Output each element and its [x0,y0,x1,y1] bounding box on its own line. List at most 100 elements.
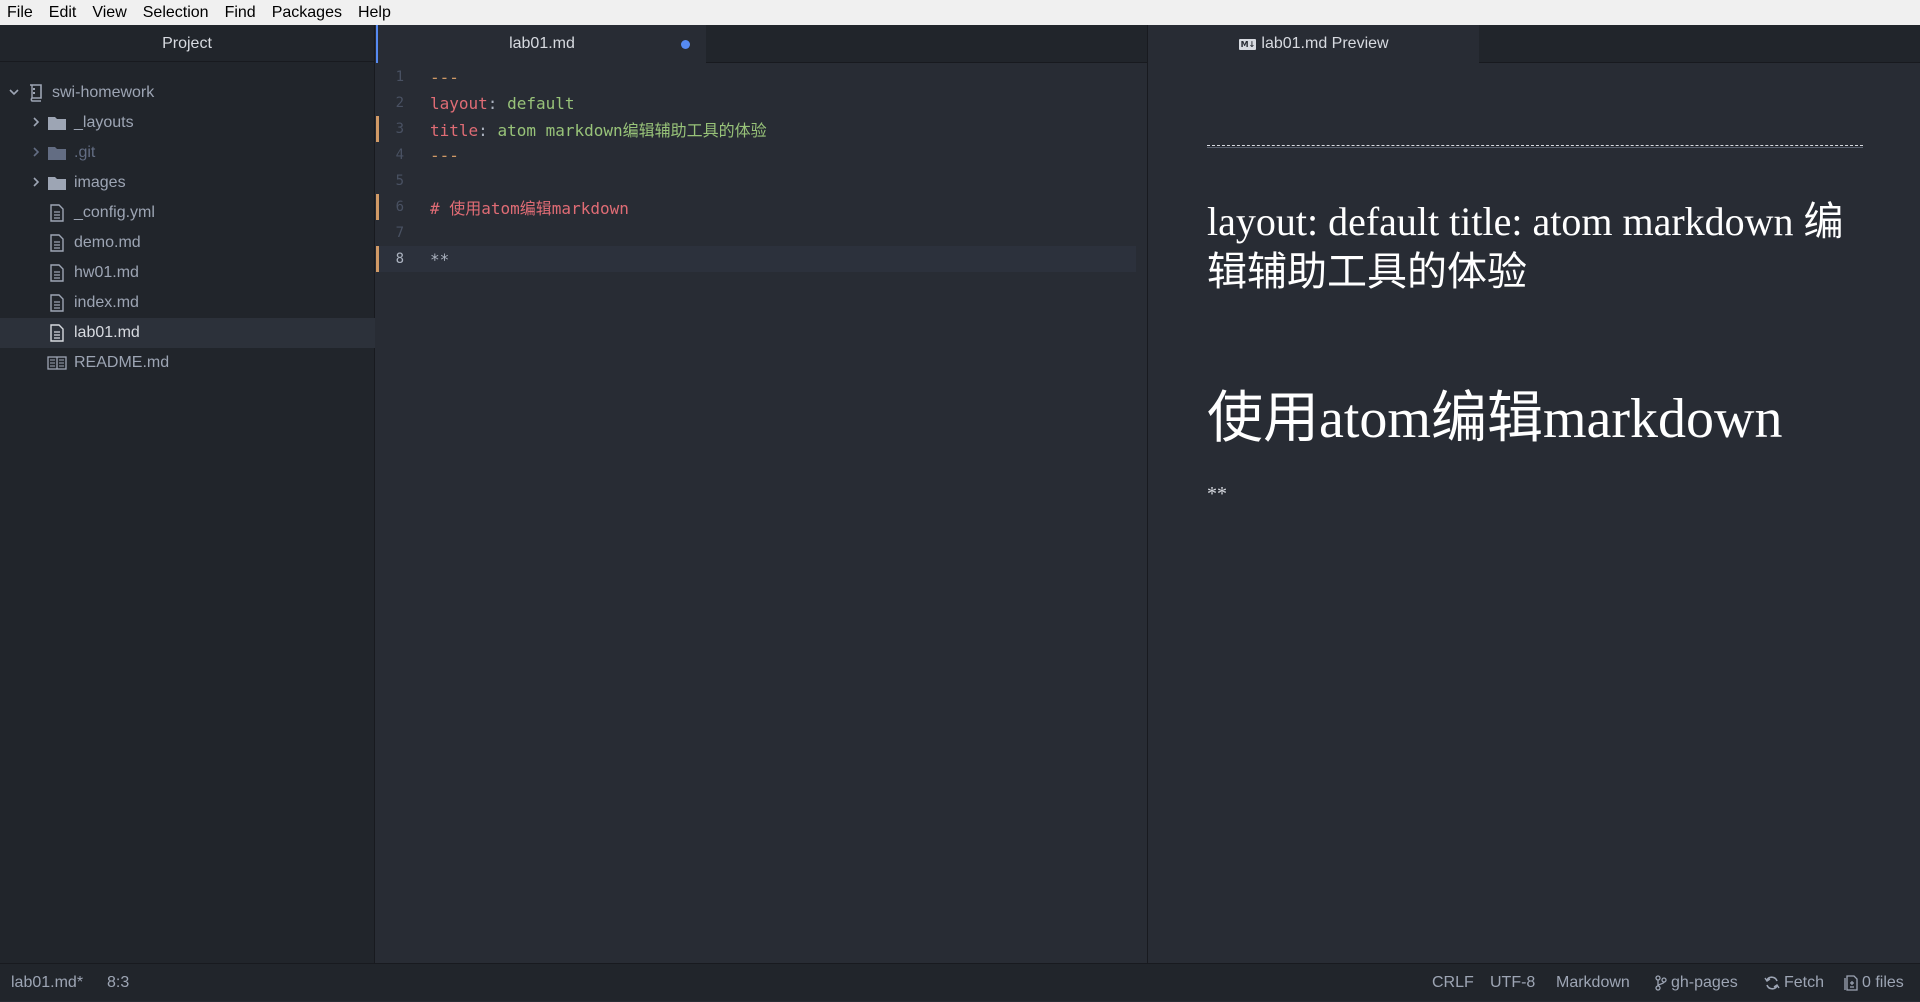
menu-packages[interactable]: Packages [264,0,350,25]
editor-tab-bar: lab01.md [376,25,1147,63]
code-line: 4 --- [376,142,1136,168]
preview-paragraph: ** [1207,483,1227,505]
yaml-value: atom markdown编辑辅助工具的体验 [497,121,767,140]
status-changed-files[interactable]: 0 files [1844,964,1904,1002]
menu-view[interactable]: View [84,0,134,25]
book-icon [46,352,68,374]
tree-item-images[interactable]: images [0,168,375,198]
tree-item-label: .git [74,144,96,161]
line-number: 1 [395,69,404,85]
file-text-icon [46,262,68,284]
git-branch-icon [1655,975,1667,991]
yaml-separator: : [487,93,508,113]
code-text: # 使用atom编辑markdown [430,199,629,218]
yaml-value: default [507,93,575,113]
code-text: --- [430,67,459,87]
file-text-icon [46,232,68,254]
git-modified-marker [376,116,379,142]
fetch-label: Fetch [1784,974,1825,991]
code-line: 5 [376,168,1136,194]
chevron-right-icon [29,176,43,191]
code-text: layout: default [430,94,575,113]
tree-item-label: lab01.md [74,324,140,341]
git-branch-label: gh-pages [1671,974,1738,991]
tree-item-config-yml[interactable]: _config.yml [0,198,375,228]
chevron-right-icon [29,146,43,161]
tree-item-label: demo.md [74,234,141,251]
tree-item-label: index.md [74,294,139,311]
file-text-icon [46,202,68,224]
yaml-key: layout [430,93,488,113]
preview-paragraph: layout: default title: atom markdown 编辑辅… [1207,199,1844,294]
tree-item-label: _config.yml [74,204,155,221]
tab-title: lab01.md Preview [1261,35,1389,52]
code-text: --- [430,145,459,165]
menu-selection[interactable]: Selection [135,0,217,25]
file-text-icon [46,322,68,344]
tab-lab01-md[interactable]: lab01.md [376,25,706,63]
preview-heading: 使用atom编辑markdown [1207,388,1783,450]
status-encoding[interactable]: UTF-8 [1490,964,1535,1002]
menu-bar: File Edit View Selection Find Packages H… [0,0,1920,25]
repo-icon [24,82,46,104]
tree-item-label: README.md [74,354,170,371]
text-editor[interactable]: 1 --- 2 layout: default 3 title: atom ma… [376,63,1147,963]
line-number: 5 [395,173,404,189]
tree-item-readme-md[interactable]: README.md [0,348,375,378]
editor-pane: lab01.md 1 --- 2 layout: default 3 title… [376,25,1148,963]
tab-lab01-md-preview[interactable]: M↓ lab01.md Preview [1149,25,1479,63]
status-line-ending[interactable]: CRLF [1432,964,1474,1002]
file-text-icon [46,292,68,314]
menu-file[interactable]: File [0,0,41,25]
tree-item-hw01-md[interactable]: hw01.md [0,258,375,288]
folder-icon [46,142,68,164]
tree-item-demo-md[interactable]: demo.md [0,228,375,258]
code-line: 6 # 使用atom编辑markdown [376,194,1136,220]
line-number: 8 [395,251,404,267]
modified-indicator-icon [681,40,690,49]
line-number: 7 [395,225,404,241]
code-line: 3 title: atom markdown编辑辅助工具的体验 [376,116,1136,142]
tree-item-index-md[interactable]: index.md [0,288,375,318]
code-text: ** [430,249,450,269]
tree-item-lab01-md[interactable]: lab01.md [0,318,375,348]
tree-view: Project swi-homework _layouts .git image… [0,25,375,963]
chevron-right-icon [29,116,43,131]
code-text: title: atom markdown编辑辅助工具的体验 [430,117,767,141]
tree-item-label: _layouts [74,114,134,131]
tree-root-project[interactable]: swi-homework [0,78,375,108]
markdown-icon: M↓ [1239,38,1257,50]
status-file-path[interactable]: lab01.md* [11,964,83,1002]
changed-files-label: 0 files [1862,974,1904,991]
chevron-down-icon [7,86,21,101]
code-line: 2 layout: default [376,90,1136,116]
tree-root-label: swi-homework [52,84,155,101]
line-number: 4 [395,147,404,163]
yaml-separator: : [478,121,498,140]
yaml-key: title [430,121,479,140]
folder-icon [46,112,68,134]
tree-view-title[interactable]: Project [0,25,374,62]
tab-title: lab01.md [509,35,575,52]
status-cursor-position[interactable]: 8:3 [107,964,129,1002]
markdown-preview-pane: M↓ lab01.md Preview layout: default titl… [1149,25,1920,963]
status-grammar[interactable]: Markdown [1556,964,1630,1002]
preview-content: layout: default title: atom markdown 编辑辅… [1149,63,1920,963]
line-number: 6 [395,199,404,215]
menu-help[interactable]: Help [350,0,399,25]
tree-item-label: hw01.md [74,264,139,281]
status-fetch-button[interactable]: Fetch [1764,964,1824,1002]
menu-edit[interactable]: Edit [41,0,85,25]
git-modified-marker [376,194,379,220]
diff-icon [1844,975,1858,991]
tree-item-label: images [74,174,126,191]
code-line-cursor: 8 ** [376,246,1136,272]
code-line: 7 [376,220,1136,246]
line-number: 2 [395,95,404,111]
menu-find[interactable]: Find [217,0,264,25]
folder-icon [46,172,68,194]
tree-item-layouts[interactable]: _layouts [0,108,375,138]
tree-item-git[interactable]: .git [0,138,375,168]
git-modified-marker [376,246,379,272]
status-git-branch[interactable]: gh-pages [1655,964,1738,1002]
